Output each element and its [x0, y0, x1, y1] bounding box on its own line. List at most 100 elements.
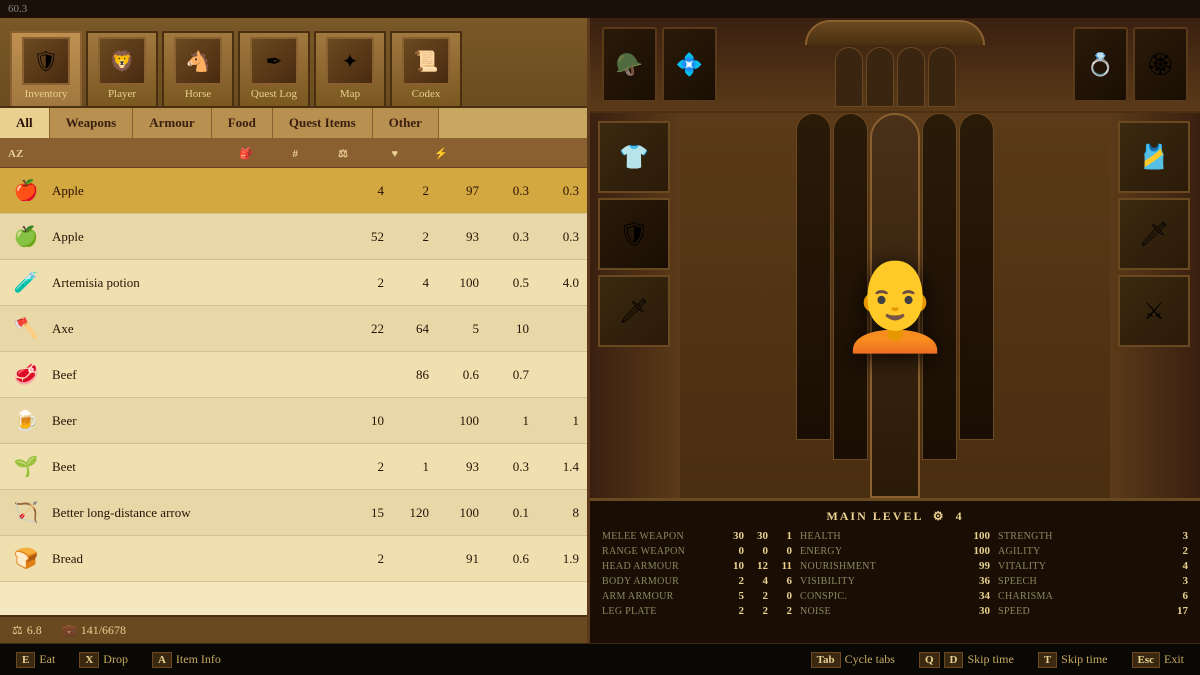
filter-all[interactable]: All — [0, 108, 50, 138]
strength-label: STRENGTH — [998, 531, 1164, 542]
left-status-bar: ⚖ 6.8 💼 141/6678 — [0, 615, 587, 643]
equip-slot-chest[interactable]: 🛡 — [598, 198, 670, 270]
visibility-value: 36 — [970, 575, 990, 587]
equip-slot-shoulder-l[interactable]: 👕 — [598, 121, 670, 193]
item-name: Apple — [52, 229, 339, 245]
visibility-label: VISIBILITY — [800, 576, 966, 587]
item-val3: 93 — [429, 229, 479, 245]
map-icon: ✦ — [326, 37, 374, 85]
item-row[interactable]: 🍺 Beer 10 100 1 1 — [0, 398, 587, 444]
bottom-bar: E Eat X Drop A Item Info Tab Cycle tabs … — [0, 643, 1200, 675]
filter-food[interactable]: Food — [212, 108, 273, 138]
main-level-bar: MAIN LEVEL ⚙ 4 — [602, 509, 1188, 524]
top-left-slots: 🪖 💠 — [602, 27, 717, 102]
tab-player[interactable]: 🦁 Player — [86, 31, 158, 106]
item-icon: 🍞 — [8, 541, 44, 577]
item-name: Beer — [52, 413, 339, 429]
hotkey-eat: E Eat — [16, 652, 55, 668]
body-v1: 2 — [724, 575, 744, 587]
equip-slot-shoulder-r[interactable]: 🎽 — [1118, 121, 1190, 193]
stats-col-vitals: HEALTH 100 ENERGY 100 NOURISHMENT 99 VIS… — [800, 530, 990, 620]
tab-inventory[interactable]: 🛡 Inventory — [10, 31, 82, 106]
filter-other[interactable]: Other — [373, 108, 439, 138]
tab-codex[interactable]: 📜 Codex — [390, 31, 462, 106]
head-v2: 12 — [748, 560, 768, 572]
filter-weapons[interactable]: Weapons — [50, 108, 134, 138]
item-val4: 0.3 — [479, 229, 529, 245]
filter-armour[interactable]: Armour — [133, 108, 212, 138]
item-row[interactable]: 🌱 Beet 2 1 93 0.3 1.4 — [0, 444, 587, 490]
tab-inventory-label: Inventory — [25, 88, 68, 100]
leg-v1: 2 — [724, 605, 744, 617]
tab-questlog[interactable]: ✒ Quest Log — [238, 31, 310, 106]
leg-v3: 2 — [772, 605, 792, 617]
arm-v3: 0 — [772, 590, 792, 602]
item-name: Axe — [52, 321, 339, 337]
stat-nourishment: NOURISHMENT 99 — [800, 560, 990, 572]
horse-icon: 🐴 — [174, 37, 222, 85]
item-row[interactable]: 🥩 Beef 86 0.6 0.7 — [0, 352, 587, 398]
cycletabs-label: Cycle tabs — [845, 652, 895, 667]
item-row[interactable]: 🍏 Apple 52 2 93 0.3 0.3 — [0, 214, 587, 260]
fps-counter: 60.3 — [8, 3, 27, 15]
stat-melee: MELEE WEAPON 30 30 1 — [602, 530, 792, 542]
top-bar: 60.3 — [0, 0, 1200, 18]
col-header-lock: ⚡ — [398, 147, 448, 160]
item-val3: 91 — [429, 551, 479, 567]
tab-horse[interactable]: 🐴 Horse — [162, 31, 234, 106]
strength-value: 3 — [1168, 530, 1188, 542]
agility-label: AGILITY — [998, 546, 1164, 557]
item-val5: 1.9 — [529, 551, 579, 567]
health-value: 100 — [970, 530, 990, 542]
stats-col-armour: MELEE WEAPON 30 30 1 RANGE WEAPON 0 0 0 … — [602, 530, 792, 620]
equip-slot-ring[interactable]: 💍 — [1073, 27, 1128, 102]
item-row[interactable]: 🪓 Axe 22 64 5 10 — [0, 306, 587, 352]
drop-key: X — [79, 652, 99, 668]
item-row[interactable]: 🧪 Artemisia potion 2 4 100 0.5 4.0 — [0, 260, 587, 306]
equip-slot-weapon-r[interactable]: ⚔ — [1118, 275, 1190, 347]
item-val3: 0.6 — [429, 367, 479, 383]
tab-map[interactable]: ✦ Map — [314, 31, 386, 106]
col-header-count: # — [253, 148, 298, 160]
item-val4: 0.3 — [479, 183, 529, 199]
stat-visibility: VISIBILITY 36 — [800, 575, 990, 587]
stat-charisma: CHARISMA 6 — [998, 590, 1188, 602]
eat-key: E — [16, 652, 35, 668]
item-name: Artemisia potion — [52, 275, 339, 291]
stat-vitality: VITALITY 4 — [998, 560, 1188, 572]
body-label: BODY ARMOUR — [602, 576, 720, 587]
speech-value: 3 — [1168, 575, 1188, 587]
stat-body: BODY ARMOUR 2 4 6 — [602, 575, 792, 587]
item-row[interactable]: 🍎 Apple 4 2 97 0.3 0.3 — [0, 168, 587, 214]
skiptime-key: T — [1038, 652, 1057, 668]
item-name: Apple — [52, 183, 339, 199]
equip-slot-head[interactable]: 🪖 — [602, 27, 657, 102]
filter-questitems[interactable]: Quest Items — [273, 108, 373, 138]
weight-status: ⚖ 6.8 — [12, 623, 42, 638]
main-content: 🛡 Inventory 🦁 Player 🐴 Horse ✒ Quest Log… — [0, 18, 1200, 643]
melee-label: MELEE WEAPON — [602, 531, 720, 542]
item-val4: 10 — [479, 321, 529, 337]
head-v3: 11 — [772, 560, 792, 572]
equip-slot-neck[interactable]: 💠 — [662, 27, 717, 102]
body-v2: 4 — [748, 575, 768, 587]
equip-slot-offhand[interactable]: 🗡 — [1118, 198, 1190, 270]
item-icon: 🍏 — [8, 219, 44, 255]
item-val1: 4 — [339, 183, 384, 199]
arm-v2: 2 — [748, 590, 768, 602]
item-val1: 2 — [339, 459, 384, 475]
item-val3: 100 — [429, 413, 479, 429]
col-header-weight: ⚖ — [298, 147, 348, 160]
range-v3: 0 — [772, 545, 792, 557]
hotkey-iteminfo: A Item Info — [152, 652, 221, 668]
equip-slot-weapon-l[interactable]: 🗡 — [598, 275, 670, 347]
stat-range: RANGE WEAPON 0 0 0 — [602, 545, 792, 557]
equip-slot-badge[interactable]: 🏵 — [1133, 27, 1188, 102]
item-row[interactable]: 🍞 Bread 2 91 0.6 1.9 — [0, 536, 587, 582]
item-name: Beet — [52, 459, 339, 475]
hotkey-skiptime: T Skip time — [1038, 652, 1108, 668]
hotkey-exit: Esc Exit — [1132, 652, 1185, 668]
head-v1: 10 — [724, 560, 744, 572]
item-row[interactable]: 🏹 Better long-distance arrow 15 120 100 … — [0, 490, 587, 536]
energy-value: 100 — [970, 545, 990, 557]
